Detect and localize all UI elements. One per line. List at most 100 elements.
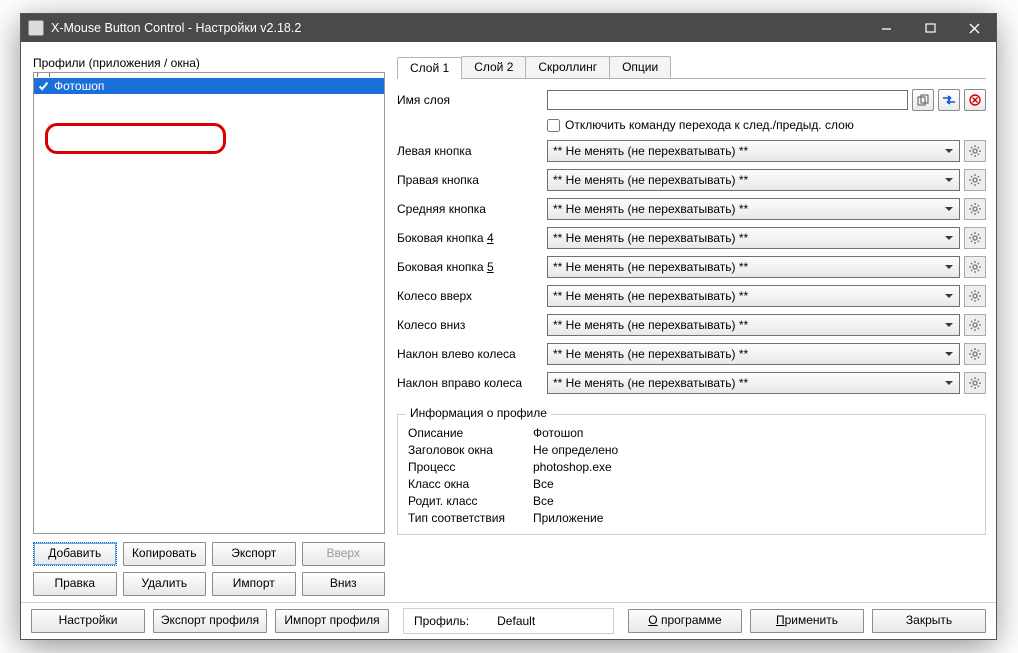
minimize-button[interactable] (864, 14, 908, 42)
info-wintitle-label: Заголовок окна (408, 443, 533, 457)
about-button[interactable]: О программе (628, 609, 742, 633)
close-icon (969, 23, 980, 34)
profiles-pane: Профили (приложения / окна) Фотошоп Доба… (33, 56, 385, 596)
profile-label: Фотошоп (54, 79, 104, 93)
mapping-label: Боковая кнопка 4 (397, 231, 547, 245)
settings-window: X-Mouse Button Control - Настройки v2.18… (20, 13, 997, 640)
info-process-value: photoshop.exe (533, 460, 612, 474)
layer-name-input[interactable] (547, 90, 908, 110)
gear-icon (969, 261, 981, 273)
mapping-combo[interactable]: ** Не менять (не перехватывать) ** (547, 314, 960, 336)
gear-icon (969, 232, 981, 244)
disable-layer-switch-label: Отключить команду перехода к след./преды… (565, 118, 854, 132)
gear-icon (969, 145, 981, 157)
mapping-gear-button[interactable] (964, 198, 986, 220)
mapping-label: Средняя кнопка (397, 202, 547, 216)
profile-info-group: Информация о профиле ОписаниеФотошоп Заг… (397, 414, 986, 535)
tabs: Слой 1 Слой 2 Скроллинг Опции (397, 56, 986, 79)
mapping-label: Левая кнопка (397, 144, 547, 158)
mapping-gear-button[interactable] (964, 256, 986, 278)
mapping-combo[interactable]: ** Не менять (не перехватывать) ** (547, 343, 960, 365)
gear-icon (969, 174, 981, 186)
gear-icon (969, 290, 981, 302)
mapping-gear-button[interactable] (964, 372, 986, 394)
profile-checkbox[interactable] (37, 80, 50, 93)
profiles-caption: Профили (приложения / окна) (33, 56, 385, 70)
mapping-combo[interactable]: ** Не менять (не перехватывать) ** (547, 372, 960, 394)
copy-button[interactable]: Копировать (123, 542, 207, 566)
copy-icon (917, 94, 929, 106)
export-profile-button[interactable]: Экспорт профиля (153, 609, 267, 633)
info-pclass-label: Родит. класс (408, 494, 533, 508)
mapping-gear-button[interactable] (964, 227, 986, 249)
mapping-row: Боковая кнопка 4** Не менять (не перехва… (397, 227, 986, 249)
mapping-row: Левая кнопка** Не менять (не перехватыва… (397, 140, 986, 162)
mapping-gear-button[interactable] (964, 285, 986, 307)
info-wclass-label: Класс окна (408, 477, 533, 491)
mapping-combo[interactable]: ** Не менять (не перехватывать) ** (547, 140, 960, 162)
mapping-combo[interactable]: ** Не менять (не перехватывать) ** (547, 169, 960, 191)
mapping-label: Наклон влево колеса (397, 347, 547, 361)
titlebar: X-Mouse Button Control - Настройки v2.18… (21, 14, 996, 42)
close-window-button[interactable]: Закрыть (872, 609, 986, 633)
tab-scrolling[interactable]: Скроллинг (525, 56, 610, 78)
mapping-combo[interactable]: ** Не менять (не перехватывать) ** (547, 227, 960, 249)
mapping-label: Наклон вправо колеса (397, 376, 547, 390)
mapping-gear-button[interactable] (964, 314, 986, 336)
copy-layer-button[interactable] (912, 89, 934, 111)
tab-layer2[interactable]: Слой 2 (461, 56, 526, 78)
mapping-row: Средняя кнопка** Не менять (не перехваты… (397, 198, 986, 220)
import-profile-button[interactable]: Импорт профиля (275, 609, 389, 633)
import-button[interactable]: Импорт (212, 572, 296, 596)
layer-name-label: Имя слоя (397, 93, 547, 107)
swap-layer-button[interactable] (938, 89, 960, 111)
export-button[interactable]: Экспорт (212, 542, 296, 566)
profiles-listbox[interactable]: Фотошоп (33, 72, 385, 534)
info-desc-label: Описание (408, 426, 533, 440)
mapping-label: Боковая кнопка 5 (397, 260, 547, 274)
tab-layer1[interactable]: Слой 1 (397, 57, 462, 79)
settings-button[interactable]: Настройки (31, 609, 145, 633)
mapping-combo[interactable]: ** Не менять (не перехватывать) ** (547, 198, 960, 220)
mapping-row: Наклон влево колеса** Не менять (не пере… (397, 343, 986, 365)
gear-icon (969, 319, 981, 331)
list-item[interactable]: Фотошоп (34, 78, 384, 94)
down-button[interactable]: Вниз (302, 572, 386, 596)
mapping-row: Правая кнопка** Не менять (не перехватыв… (397, 169, 986, 191)
delete-button[interactable]: Удалить (123, 572, 207, 596)
edit-button[interactable]: Правка (33, 572, 117, 596)
maximize-button[interactable] (908, 14, 952, 42)
info-wintitle-value: Не определено (533, 443, 618, 457)
info-match-value: Приложение (533, 511, 603, 525)
gear-icon (969, 348, 981, 360)
gear-icon (969, 377, 981, 389)
maximize-icon (925, 23, 936, 34)
profile-label: Профиль: (414, 614, 469, 628)
tab-options[interactable]: Опции (609, 56, 671, 78)
close-button[interactable] (952, 14, 996, 42)
apply-button[interactable]: Применить (750, 609, 864, 633)
mapping-combo[interactable]: ** Не менять (не перехватывать) ** (547, 285, 960, 307)
bottom-bar: Настройки Экспорт профиля Импорт профиля… (21, 602, 996, 639)
mapping-row: Колесо вниз** Не менять (не перехватыват… (397, 314, 986, 336)
window-title: X-Mouse Button Control - Настройки v2.18… (51, 21, 864, 35)
mapping-label: Колесо вниз (397, 318, 547, 332)
clear-layer-button[interactable] (964, 89, 986, 111)
mapping-row: Наклон вправо колеса** Не менять (не пер… (397, 372, 986, 394)
info-pclass-value: Все (533, 494, 554, 508)
disable-layer-switch-checkbox[interactable] (547, 119, 560, 132)
mapping-gear-button[interactable] (964, 169, 986, 191)
mapping-label: Правая кнопка (397, 173, 547, 187)
minimize-icon (881, 23, 892, 34)
info-desc-value: Фотошоп (533, 426, 583, 440)
swap-icon (942, 95, 956, 105)
config-pane: Слой 1 Слой 2 Скроллинг Опции Имя слоя (397, 56, 986, 596)
up-button[interactable]: Вверх (302, 542, 386, 566)
mapping-gear-button[interactable] (964, 140, 986, 162)
info-wclass-value: Все (533, 477, 554, 491)
info-process-label: Процесс (408, 460, 533, 474)
mapping-combo[interactable]: ** Не менять (не перехватывать) ** (547, 256, 960, 278)
profile-info-legend: Информация о профиле (406, 406, 551, 420)
mapping-gear-button[interactable] (964, 343, 986, 365)
add-button[interactable]: Добавить (33, 542, 117, 566)
